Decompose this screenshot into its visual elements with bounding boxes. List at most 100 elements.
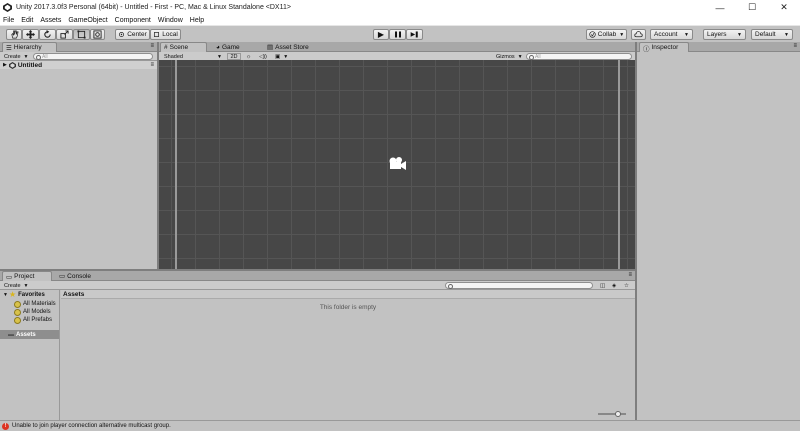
expand-arrow-icon[interactable]: ▶ bbox=[3, 62, 7, 68]
audio-toggle[interactable]: ◁)) bbox=[257, 53, 269, 60]
hierarchy-search-input[interactable]: All bbox=[33, 53, 153, 60]
menu-component[interactable]: Component bbox=[115, 17, 151, 24]
star-icon: ☆ bbox=[624, 282, 629, 289]
chevron-down-icon: ▼ bbox=[23, 282, 29, 289]
favorites-row[interactable]: ▼ ★ Favorites bbox=[3, 291, 45, 299]
rotate-tool-icon bbox=[44, 30, 51, 38]
2d-toggle[interactable]: 2D bbox=[227, 53, 241, 60]
close-button[interactable]: ✕ bbox=[768, 0, 800, 15]
tab-project[interactable]: ▭ Project bbox=[2, 271, 52, 281]
pivot-space-button[interactable]: Local bbox=[150, 29, 181, 40]
favorite-all-prefabs[interactable]: All Prefabs bbox=[14, 316, 52, 324]
hand-tool-button[interactable] bbox=[6, 29, 22, 40]
hierarchy-body: ▶ Untitled ≡ bbox=[0, 61, 157, 269]
cloud-button[interactable] bbox=[631, 29, 646, 40]
assets-label: Assets bbox=[16, 331, 36, 338]
project-create-label: Create bbox=[4, 282, 21, 289]
hierarchy-toolbar: Create ▼ All bbox=[0, 52, 157, 61]
gizmos-dropdown[interactable]: Gizmos ▼ bbox=[494, 53, 525, 60]
panel-menu-icon[interactable]: ≡ bbox=[628, 272, 632, 278]
scale-tool-icon bbox=[60, 30, 69, 39]
chevron-down-icon: ▼ bbox=[684, 31, 689, 38]
favorite-star-button[interactable]: ☆ bbox=[622, 282, 631, 289]
project-create-button[interactable]: Create ▼ bbox=[2, 282, 30, 289]
transform-tool-icon bbox=[93, 30, 102, 39]
folder-icon: ▭ bbox=[6, 273, 13, 281]
fav-label: All Models bbox=[23, 309, 51, 315]
breadcrumb-assets[interactable]: Assets bbox=[63, 291, 84, 298]
camera-gizmo-icon[interactable] bbox=[387, 156, 407, 172]
panel-menu-icon[interactable]: ≡ bbox=[793, 43, 797, 49]
title-bar: Unity 2017.3.0f3 Personal (64bit) - Unti… bbox=[0, 0, 800, 15]
menu-file[interactable]: File bbox=[3, 17, 14, 24]
move-tool-button[interactable] bbox=[22, 29, 39, 40]
shading-dropdown[interactable]: Shaded ▼ bbox=[162, 53, 224, 60]
menu-gameobject[interactable]: GameObject bbox=[68, 17, 107, 24]
layout-label: Default bbox=[755, 31, 776, 38]
scene-viewport[interactable] bbox=[159, 60, 635, 269]
assets-folder-row[interactable]: ▬ Assets bbox=[0, 330, 59, 339]
filter-type-button[interactable]: ◫ bbox=[598, 282, 607, 289]
minimize-button[interactable]: — bbox=[704, 0, 736, 15]
hierarchy-create-button[interactable]: Create ▼ bbox=[2, 53, 30, 60]
maximize-button[interactable]: ☐ bbox=[736, 0, 768, 15]
move-tool-icon bbox=[26, 30, 35, 39]
collapse-arrow-icon[interactable]: ▼ bbox=[3, 292, 8, 298]
account-dropdown[interactable]: Account ▼ bbox=[650, 29, 693, 40]
tab-game[interactable]: ◕ Game bbox=[213, 42, 258, 52]
menu-assets[interactable]: Assets bbox=[40, 17, 61, 24]
zoom-slider-thumb[interactable] bbox=[615, 411, 621, 417]
panel-menu-icon[interactable]: ≡ bbox=[150, 43, 154, 49]
tab-scene[interactable]: # Scene bbox=[160, 42, 207, 52]
menu-window[interactable]: Window bbox=[158, 17, 183, 24]
scene-menu-icon[interactable]: ≡ bbox=[150, 62, 154, 68]
chevron-down-icon: ▼ bbox=[619, 31, 625, 38]
transform-tool-button[interactable] bbox=[90, 29, 105, 40]
tab-inspector[interactable]: ⓘ Inspector bbox=[639, 42, 689, 53]
menu-edit[interactable]: Edit bbox=[21, 17, 33, 24]
chevron-down-icon: ▼ bbox=[517, 53, 523, 60]
chevron-down-icon: ▼ bbox=[737, 31, 742, 38]
hierarchy-header: ☰ Hierarchy ≡ bbox=[0, 42, 157, 52]
pivot-label: Center bbox=[127, 31, 147, 38]
collab-label: Collab bbox=[597, 31, 617, 38]
project-search-input[interactable] bbox=[445, 282, 593, 289]
grid-icon: # bbox=[164, 44, 168, 51]
layers-dropdown[interactable]: Layers ▼ bbox=[703, 29, 746, 40]
inspector-body bbox=[637, 52, 800, 420]
scene-row[interactable]: ▶ Untitled ≡ bbox=[0, 61, 157, 69]
step-icon: ▶❚ bbox=[410, 32, 420, 38]
pacman-icon: ◕ bbox=[216, 43, 220, 51]
layers-label: Layers bbox=[707, 31, 727, 38]
scale-tool-button[interactable] bbox=[56, 29, 73, 40]
menu-help[interactable]: Help bbox=[190, 17, 204, 24]
console-icon: ▭ bbox=[59, 273, 66, 280]
tab-hierarchy[interactable]: ☰ Hierarchy bbox=[2, 42, 57, 52]
tab-console[interactable]: ▭ Console bbox=[56, 271, 106, 281]
viewport-edge-right bbox=[618, 60, 620, 269]
search-filter-icon bbox=[14, 300, 21, 308]
layout-dropdown[interactable]: Default ▼ bbox=[751, 29, 793, 40]
store-icon: ▤ bbox=[267, 44, 274, 51]
effects-dropdown[interactable]: ▣ ▼ bbox=[273, 53, 290, 60]
rect-tool-button[interactable] bbox=[73, 29, 90, 40]
zoom-slider[interactable] bbox=[598, 411, 626, 417]
scene-search-input[interactable]: All bbox=[526, 53, 632, 60]
favorite-all-materials[interactable]: All Materials bbox=[14, 300, 56, 308]
pivot-center-button[interactable]: Center bbox=[115, 29, 150, 40]
status-message: Unable to join player connection alterna… bbox=[12, 423, 171, 429]
rotate-tool-button[interactable] bbox=[39, 29, 56, 40]
favorite-all-models[interactable]: All Models bbox=[14, 308, 51, 316]
status-bar[interactable]: ! Unable to join player connection alter… bbox=[0, 420, 800, 431]
chevron-down-icon: ▼ bbox=[23, 53, 29, 60]
tab-asset-store[interactable]: ▤ Asset Store bbox=[264, 42, 324, 52]
collab-dropdown[interactable]: Collab ▼ bbox=[586, 29, 627, 40]
filter-label-button[interactable]: ◈ bbox=[610, 282, 618, 289]
pause-button[interactable]: ❚❚ bbox=[389, 29, 406, 40]
play-button[interactable]: ▶ bbox=[373, 29, 389, 40]
lighting-toggle[interactable]: ☼ bbox=[244, 53, 253, 60]
step-button[interactable]: ▶❚ bbox=[406, 29, 423, 40]
project-tab-label: Project bbox=[14, 273, 35, 280]
unity-scene-icon bbox=[8, 61, 16, 69]
tag-icon: ◈ bbox=[612, 282, 617, 289]
